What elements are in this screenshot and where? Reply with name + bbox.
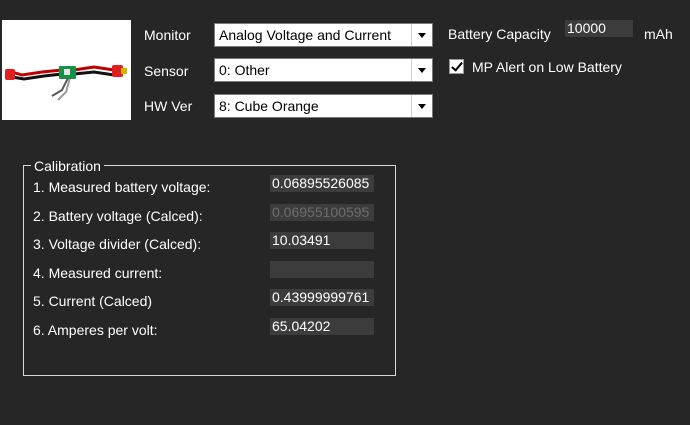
calibration-title: Calibration: [31, 157, 104, 175]
monitor-select-value: Analog Voltage and Current: [219, 27, 392, 43]
calibration-label-measured-current: 4. Measured current:: [33, 265, 163, 281]
sensor-select[interactable]: 0: Other: [214, 58, 433, 82]
measured-voltage-input[interactable]: 0.06895526085: [270, 175, 374, 192]
low-battery-alert-label: MP Alert on Low Battery: [472, 59, 622, 75]
battery-capacity-label: Battery Capacity: [448, 26, 551, 42]
calibration-label-amperes-per-volt: 6. Amperes per volt:: [33, 322, 158, 338]
monitor-label: Monitor: [144, 27, 191, 43]
calibration-label-voltage-divider: 3. Voltage divider (Calced):: [33, 236, 202, 252]
battery-capacity-unit: mAh: [644, 26, 673, 42]
chevron-down-icon[interactable]: [411, 24, 432, 46]
calibration-label-calced-current: 5. Current (Calced): [33, 293, 153, 309]
calced-voltage-input: 0.06955100595: [270, 204, 374, 221]
calibration-label-calced-voltage: 2. Battery voltage (Calced):: [33, 208, 203, 224]
calced-current-input[interactable]: 0.43999999761: [270, 289, 374, 306]
monitor-select[interactable]: Analog Voltage and Current: [214, 23, 433, 47]
hw-ver-select-value: 8: Cube Orange: [219, 98, 319, 114]
amperes-per-volt-input[interactable]: 65.04202: [270, 318, 374, 335]
sensor-image: [2, 20, 131, 120]
calibration-label-measured-voltage: 1. Measured battery voltage:: [33, 179, 211, 195]
voltage-divider-input[interactable]: 10.03491: [270, 232, 374, 249]
chevron-down-icon[interactable]: [411, 95, 432, 117]
chevron-down-icon[interactable]: [411, 59, 432, 81]
sensor-label: Sensor: [144, 63, 189, 79]
measured-current-input[interactable]: [270, 261, 374, 278]
hw-ver-select[interactable]: 8: Cube Orange: [214, 94, 433, 118]
sensor-select-value: 0: Other: [219, 62, 270, 78]
battery-capacity-input[interactable]: 10000: [565, 20, 633, 37]
low-battery-alert-checkbox[interactable]: [449, 59, 464, 74]
hw-ver-label: HW Ver: [144, 98, 193, 114]
